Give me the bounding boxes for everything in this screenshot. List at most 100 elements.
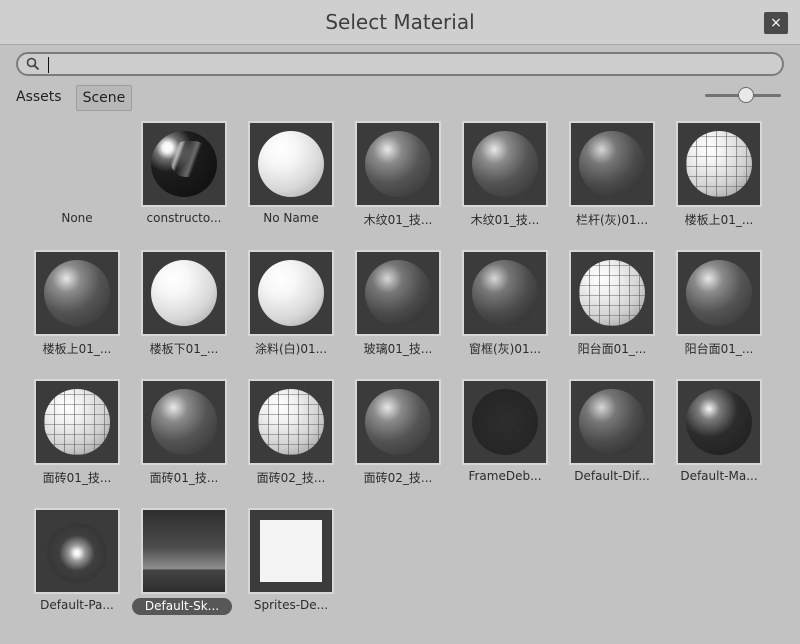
text-cursor xyxy=(48,57,49,73)
material-label: 栏杆(灰)01... xyxy=(575,213,649,227)
white-sphere-icon xyxy=(258,131,324,197)
material-preview xyxy=(462,379,548,465)
material-preview xyxy=(355,121,441,207)
material-preview xyxy=(569,379,655,465)
material-preview xyxy=(34,250,120,336)
gray-sphere-icon xyxy=(365,389,431,455)
tab-scene[interactable]: Scene xyxy=(75,85,133,111)
material-item[interactable]: Sprites-De... xyxy=(243,508,350,637)
material-preview xyxy=(569,250,655,336)
window-titlebar: Select Material × xyxy=(0,0,800,45)
material-preview xyxy=(676,379,762,465)
search-icon xyxy=(26,57,40,71)
tab-assets[interactable]: Assets xyxy=(10,85,68,109)
gray-sphere-icon xyxy=(44,260,110,326)
material-preview xyxy=(676,250,762,336)
material-grid: None constructo... No Name 木纹01_技... 木纹0… xyxy=(29,121,779,637)
gray-sphere-icon xyxy=(472,131,538,197)
material-item[interactable]: 涂料(白)01... xyxy=(243,250,350,379)
material-item[interactable]: Default-Pa... xyxy=(29,508,136,637)
material-item[interactable]: No Name xyxy=(243,121,350,250)
material-label: 面砖02_技... xyxy=(256,471,326,485)
material-label: 面砖02_技... xyxy=(363,471,433,485)
material-preview xyxy=(34,508,120,594)
search-input[interactable] xyxy=(48,56,772,76)
material-preview xyxy=(141,250,227,336)
material-item[interactable]: Default-Dif... xyxy=(564,379,671,508)
grid-sphere-icon xyxy=(579,260,645,326)
chrome-sphere-icon xyxy=(151,131,217,197)
material-item[interactable]: 楼板上01_... xyxy=(671,121,778,250)
dark-sphere-icon xyxy=(686,389,752,455)
material-label: 楼板上01_... xyxy=(684,213,754,227)
black-sphere-icon xyxy=(472,389,538,455)
material-label: 面砖01_技... xyxy=(149,471,219,485)
grid-sphere-icon xyxy=(258,389,324,455)
material-label: FrameDeb... xyxy=(468,469,542,483)
material-label: 阳台面01_... xyxy=(577,342,647,356)
material-preview xyxy=(355,379,441,465)
material-item[interactable]: FrameDeb... xyxy=(457,379,564,508)
material-item[interactable]: 楼板上01_... xyxy=(29,250,136,379)
window-title: Select Material xyxy=(325,10,475,34)
material-item[interactable]: 窗框(灰)01... xyxy=(457,250,564,379)
material-label: No Name xyxy=(263,211,319,225)
material-label: Default-Sk... xyxy=(132,598,232,615)
material-label: 窗框(灰)01... xyxy=(468,342,542,356)
material-item[interactable]: Default-Ma... xyxy=(671,379,778,508)
material-preview xyxy=(248,121,334,207)
material-preview xyxy=(248,508,334,594)
material-label: constructo... xyxy=(146,211,222,225)
material-preview xyxy=(248,250,334,336)
material-label: 面砖01_技... xyxy=(42,471,112,485)
material-item[interactable]: 面砖02_技... xyxy=(243,379,350,508)
dark-gray-sphere-icon xyxy=(579,389,645,455)
material-item[interactable]: 阳台面01_... xyxy=(564,250,671,379)
white-sphere-icon xyxy=(151,260,217,326)
white-sphere-icon xyxy=(258,260,324,326)
material-item[interactable]: 面砖02_技... xyxy=(350,379,457,508)
material-item[interactable]: 面砖01_技... xyxy=(136,379,243,508)
material-item[interactable]: 栏杆(灰)01... xyxy=(564,121,671,250)
material-label: 木纹01_技... xyxy=(363,213,433,227)
material-item[interactable]: constructo... xyxy=(136,121,243,250)
material-preview xyxy=(141,379,227,465)
material-label: None xyxy=(61,211,93,225)
material-label: 阳台面01_... xyxy=(684,342,754,356)
material-label: 涂料(白)01... xyxy=(254,342,328,356)
material-item[interactable]: 木纹01_技... xyxy=(457,121,564,250)
material-item[interactable]: 玻璃01_技... xyxy=(350,250,457,379)
tab-bar: Assets Scene xyxy=(10,85,133,111)
material-preview xyxy=(355,250,441,336)
material-item[interactable]: 面砖01_技... xyxy=(29,379,136,508)
material-preview xyxy=(462,121,548,207)
gray-sphere-icon xyxy=(151,389,217,455)
material-label: 玻璃01_技... xyxy=(363,342,433,356)
material-label: 木纹01_技... xyxy=(470,213,540,227)
dark-gray-sphere-icon xyxy=(579,131,645,197)
material-item[interactable]: 楼板下01_... xyxy=(136,250,243,379)
material-item[interactable]: 木纹01_技... xyxy=(350,121,457,250)
material-preview xyxy=(34,379,120,465)
material-label: Default-Dif... xyxy=(574,469,650,483)
material-preview xyxy=(462,250,548,336)
grid-sphere-icon xyxy=(44,389,110,455)
material-label: 楼板下01_... xyxy=(149,342,219,356)
dark-gray-sphere-icon xyxy=(365,260,431,326)
material-item-none[interactable]: None xyxy=(29,121,136,250)
material-item-selected[interactable]: Default-Sk... xyxy=(132,508,243,637)
close-button[interactable]: × xyxy=(764,12,788,34)
material-preview xyxy=(676,121,762,207)
gray-sphere-icon xyxy=(365,131,431,197)
particle-glow-icon xyxy=(47,523,107,583)
material-label: 楼板上01_... xyxy=(42,342,112,356)
material-item[interactable]: 阳台面01_... xyxy=(671,250,778,379)
dark-gray-sphere-icon xyxy=(472,260,538,326)
zoom-slider-thumb[interactable] xyxy=(738,87,754,103)
material-preview xyxy=(141,508,227,594)
white-square-icon xyxy=(260,520,322,582)
material-label: Default-Ma... xyxy=(680,469,758,483)
search-box[interactable] xyxy=(16,52,784,76)
material-label: Sprites-De... xyxy=(253,598,329,612)
material-preview xyxy=(141,121,227,207)
